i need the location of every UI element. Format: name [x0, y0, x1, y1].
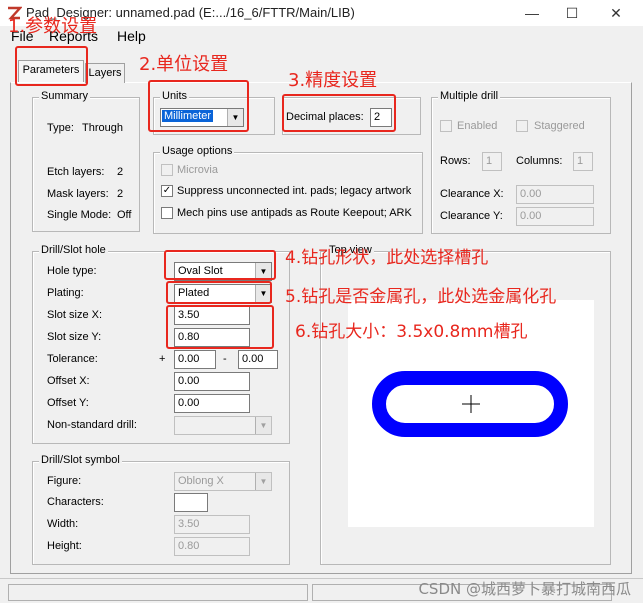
rows-label: Rows:: [440, 155, 471, 167]
clearance-x-label: Clearance X:: [440, 188, 504, 200]
annotation-hole-type: 4.钻孔形状，此处选择槽孔: [285, 248, 489, 268]
watermark: CSDN @城西萝卜暴打城南西瓜: [418, 580, 631, 598]
columns-input[interactable]: 1: [573, 152, 593, 171]
rows-input[interactable]: 1: [482, 152, 502, 171]
highlight-plating: [166, 281, 272, 304]
tab-layers[interactable]: Layers: [85, 63, 125, 83]
type-label: Type:: [47, 122, 74, 134]
microvia-checkbox[interactable]: [161, 164, 173, 176]
slot-size-y-label: Slot size Y:: [47, 331, 102, 343]
tolerance-minus-input[interactable]: 0.00: [238, 350, 278, 369]
figure-select[interactable]: Oblong X ▼: [174, 472, 272, 491]
clearance-y-label: Clearance Y:: [440, 210, 503, 222]
annotation-units: 2.单位设置: [139, 54, 229, 75]
characters-input[interactable]: [174, 493, 208, 512]
suppress-checkbox[interactable]: ✓: [161, 185, 173, 197]
tolerance-label: Tolerance:: [47, 353, 98, 365]
close-button[interactable]: ✕: [594, 2, 638, 24]
enabled-checkbox[interactable]: [440, 120, 452, 132]
minimize-button[interactable]: —: [510, 2, 554, 24]
plating-label: Plating:: [47, 287, 84, 299]
figure-label: Figure:: [47, 475, 82, 487]
highlight-hole-type: [164, 250, 276, 280]
columns-label: Columns:: [516, 155, 563, 167]
clearance-x-input[interactable]: 0.00: [516, 185, 594, 204]
slot-size-x-label: Slot size X:: [47, 309, 103, 321]
tolerance-plus-sign: +: [159, 353, 166, 365]
annotation-slot-size: 6.钻孔大小：3.5x0.8mm槽孔: [295, 322, 528, 342]
annotation-parameters: 1.参数设置: [8, 16, 98, 37]
chevron-down-icon: ▼: [255, 417, 271, 434]
highlight-slot-size: [166, 305, 274, 349]
summary-title: Summary: [39, 90, 91, 102]
height-input[interactable]: 0.80: [174, 537, 250, 556]
type-value: Through: [82, 122, 123, 134]
highlight-decimal-places: [282, 94, 396, 132]
figure-value: Oblong X: [178, 475, 224, 487]
drill-slot-symbol-title: Drill/Slot symbol: [39, 454, 122, 466]
single-mode-value: Off: [117, 209, 132, 221]
tab-parameters[interactable]: Parameters: [18, 60, 84, 82]
multiple-drill-title: Multiple drill: [438, 90, 501, 102]
mech-pins-checkbox[interactable]: [161, 207, 173, 219]
clearance-y-input[interactable]: 0.00: [516, 207, 594, 226]
offset-x-input[interactable]: 0.00: [174, 372, 250, 391]
mask-layers-label: Mask layers:: [47, 188, 109, 200]
width-label: Width:: [47, 518, 79, 530]
highlight-units: [148, 80, 249, 132]
non-standard-drill-label: Non-standard drill:: [47, 419, 137, 431]
offset-y-label: Offset Y:: [47, 397, 89, 409]
hole-type-label: Hole type:: [47, 265, 97, 277]
mech-pins-label: Mech pins use antipads as Route Keepout;…: [177, 207, 412, 219]
status-cell: [8, 584, 308, 601]
height-label: Height:: [47, 540, 82, 552]
annotation-decimal: 3.精度设置: [288, 70, 378, 91]
microvia-label: Microvia: [177, 164, 218, 176]
single-mode-label: Single Mode:: [47, 209, 112, 221]
chevron-down-icon: ▼: [255, 473, 271, 490]
staggered-checkbox[interactable]: [516, 120, 528, 132]
etch-layers-label: Etch layers:: [47, 166, 105, 178]
annotation-plating: 5.钻孔是否金属孔，此处选金属化孔: [285, 287, 557, 307]
non-standard-drill-select[interactable]: ▼: [174, 416, 272, 435]
width-input[interactable]: 3.50: [174, 515, 250, 534]
drill-slot-hole-title: Drill/Slot hole: [39, 244, 108, 256]
tolerance-minus-sign: -: [223, 353, 227, 365]
staggered-label: Staggered: [534, 120, 585, 132]
suppress-label: Suppress unconnected int. pads; legacy a…: [177, 185, 412, 197]
tolerance-plus-input[interactable]: 0.00: [174, 350, 216, 369]
offset-x-label: Offset X:: [47, 375, 90, 387]
etch-layers-value: 2: [117, 166, 124, 178]
maximize-button[interactable]: ☐: [550, 2, 594, 24]
enabled-label: Enabled: [457, 120, 498, 132]
usage-options-title: Usage options: [160, 145, 235, 157]
characters-label: Characters:: [47, 496, 104, 508]
menu-help[interactable]: Help: [117, 28, 146, 44]
mask-layers-value: 2: [117, 188, 124, 200]
offset-y-input[interactable]: 0.00: [174, 394, 250, 413]
